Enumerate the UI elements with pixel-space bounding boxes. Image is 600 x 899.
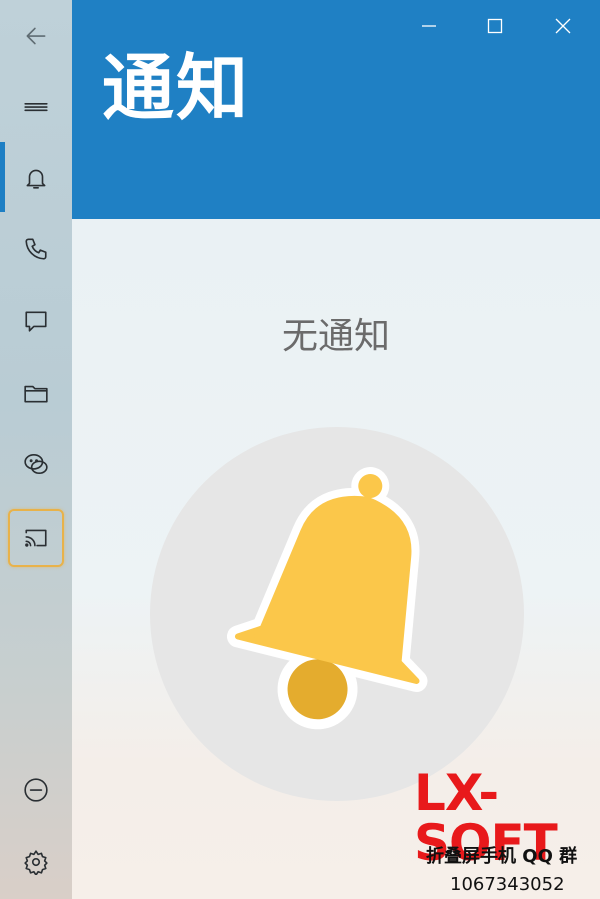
wechat-icon bbox=[24, 453, 48, 475]
sidebar bbox=[0, 0, 72, 899]
sidebar-item-wechat[interactable] bbox=[0, 436, 72, 492]
watermark-group-number: 1067343052 bbox=[450, 874, 565, 895]
empty-state-text: 无通知 bbox=[281, 316, 390, 357]
phone-icon bbox=[25, 238, 47, 260]
chat-bubble-icon bbox=[25, 311, 47, 332]
maximize-button[interactable] bbox=[472, 8, 518, 44]
disconnect-button[interactable] bbox=[0, 762, 72, 818]
back-button[interactable] bbox=[0, 8, 72, 64]
minimize-button[interactable] bbox=[406, 8, 452, 44]
empty-state-illustration bbox=[150, 427, 524, 801]
maximize-icon bbox=[487, 18, 503, 34]
folder-icon bbox=[24, 385, 48, 403]
back-arrow-icon bbox=[26, 27, 46, 45]
page-title: 通知 bbox=[102, 46, 251, 130]
cast-icon bbox=[25, 529, 47, 547]
watermark-group-label: 折叠屏手机 QQ 群 bbox=[426, 846, 578, 867]
gear-icon bbox=[24, 850, 48, 875]
close-button[interactable] bbox=[540, 8, 586, 44]
sidebar-item-notifications[interactable] bbox=[0, 150, 72, 206]
bell-icon bbox=[26, 169, 46, 189]
settings-button[interactable] bbox=[0, 834, 72, 890]
close-icon bbox=[555, 18, 571, 34]
sidebar-item-calls[interactable] bbox=[0, 221, 72, 277]
hamburger-menu-icon bbox=[24, 102, 48, 112]
header: 通知 bbox=[72, 0, 600, 219]
menu-button[interactable] bbox=[0, 79, 72, 135]
minus-circle-icon bbox=[24, 778, 48, 802]
sidebar-item-messages[interactable] bbox=[0, 293, 72, 349]
bell-illustration-icon bbox=[226, 467, 428, 730]
minimize-icon bbox=[422, 25, 436, 27]
sidebar-item-cast[interactable] bbox=[0, 510, 72, 566]
sidebar-item-files[interactable] bbox=[0, 365, 72, 421]
